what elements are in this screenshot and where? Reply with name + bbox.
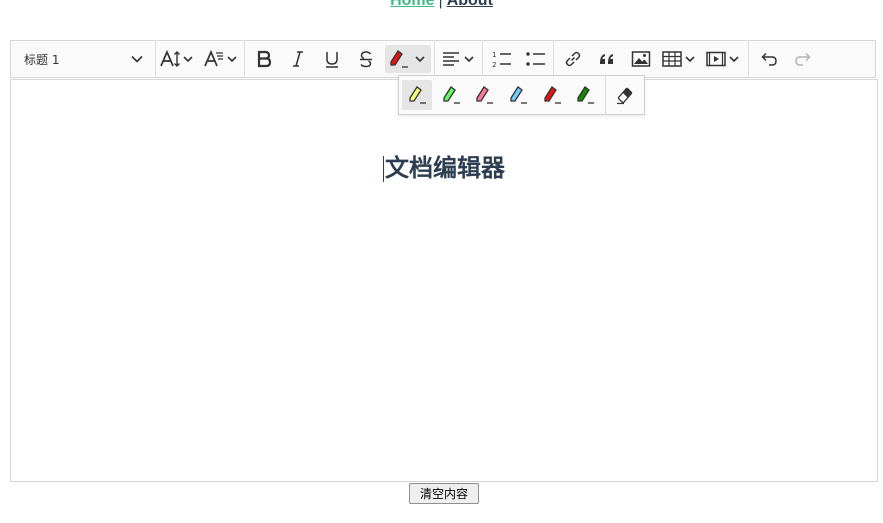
strikethrough-icon — [360, 51, 372, 68]
highlight-icon — [390, 50, 425, 68]
top-nav: Home | About — [0, 0, 883, 10]
red-pen-button[interactable] — [537, 80, 567, 110]
insert-image-icon — [631, 51, 651, 67]
numbered-list-button[interactable]: 1 2 — [486, 45, 518, 73]
heading-dropdown-value: 标题 1 — [24, 52, 60, 67]
pink-marker-button[interactable] — [469, 80, 499, 110]
text-caret — [383, 156, 384, 182]
bulleted-list-button[interactable] — [520, 45, 552, 73]
blue-marker-icon — [510, 86, 528, 104]
media-embed-button[interactable] — [703, 45, 745, 73]
bulleted-list-icon — [526, 52, 545, 66]
highlight-dropdown-panel — [398, 75, 645, 115]
heading-dropdown[interactable]: 标题 1 — [11, 41, 155, 77]
home-link[interactable]: Home — [390, 0, 434, 9]
bold-button[interactable] — [248, 45, 280, 73]
svg-text:2: 2 — [492, 61, 496, 69]
pink-marker-icon — [476, 86, 494, 104]
font-family-button[interactable] — [201, 45, 243, 73]
align-icon — [443, 52, 474, 66]
font-size-button[interactable] — [157, 45, 199, 73]
block-quote-icon — [600, 54, 613, 64]
editor-content-area[interactable]: 文档编辑器 — [10, 79, 878, 482]
font-family-icon — [204, 49, 237, 67]
strikethrough-button[interactable] — [350, 45, 382, 73]
svg-text:1: 1 — [492, 51, 496, 59]
green-marker-button[interactable] — [436, 80, 466, 110]
font-size-icon — [160, 49, 193, 67]
document-heading-text: 文档编辑器 — [385, 154, 505, 182]
remove-highlight-button[interactable] — [610, 80, 640, 110]
green-pen-button[interactable] — [571, 80, 601, 110]
insert-image-button[interactable] — [625, 45, 657, 73]
yellow-marker-button[interactable] — [402, 80, 432, 110]
red-pen-icon — [544, 86, 561, 104]
redo-button[interactable] — [787, 45, 819, 73]
blue-marker-button[interactable] — [503, 80, 533, 110]
editor-toolbar: 标题 1 1 2 — [10, 40, 876, 78]
redo-icon — [795, 52, 811, 66]
italic-button[interactable] — [282, 45, 314, 73]
nav-separator: | — [438, 0, 443, 9]
media-embed-icon — [706, 51, 739, 67]
insert-table-button[interactable] — [659, 45, 701, 73]
highlight-button[interactable] — [385, 45, 431, 73]
eraser-icon — [617, 87, 633, 105]
block-quote-button[interactable] — [591, 45, 623, 73]
clear-content-button[interactable]: 清空内容 — [409, 483, 479, 504]
undo-button[interactable] — [753, 45, 785, 73]
insert-table-icon — [662, 51, 695, 67]
link-button[interactable] — [557, 45, 589, 73]
document-heading[interactable]: 文档编辑器 — [11, 153, 877, 183]
numbered-list-icon: 1 2 — [492, 51, 511, 69]
bold-icon — [257, 50, 272, 68]
link-icon — [565, 51, 581, 67]
italic-icon — [293, 51, 303, 67]
alignment-button[interactable] — [439, 45, 481, 73]
green-marker-icon — [442, 86, 460, 104]
chevron-down-icon — [131, 55, 143, 63]
dropdown-divider — [605, 75, 607, 115]
undo-icon — [761, 52, 777, 66]
yellow-marker-icon — [409, 86, 426, 104]
underline-button[interactable] — [316, 45, 348, 73]
about-link[interactable]: About — [447, 0, 493, 9]
underline-icon — [326, 52, 338, 68]
green-pen-icon — [577, 86, 595, 104]
